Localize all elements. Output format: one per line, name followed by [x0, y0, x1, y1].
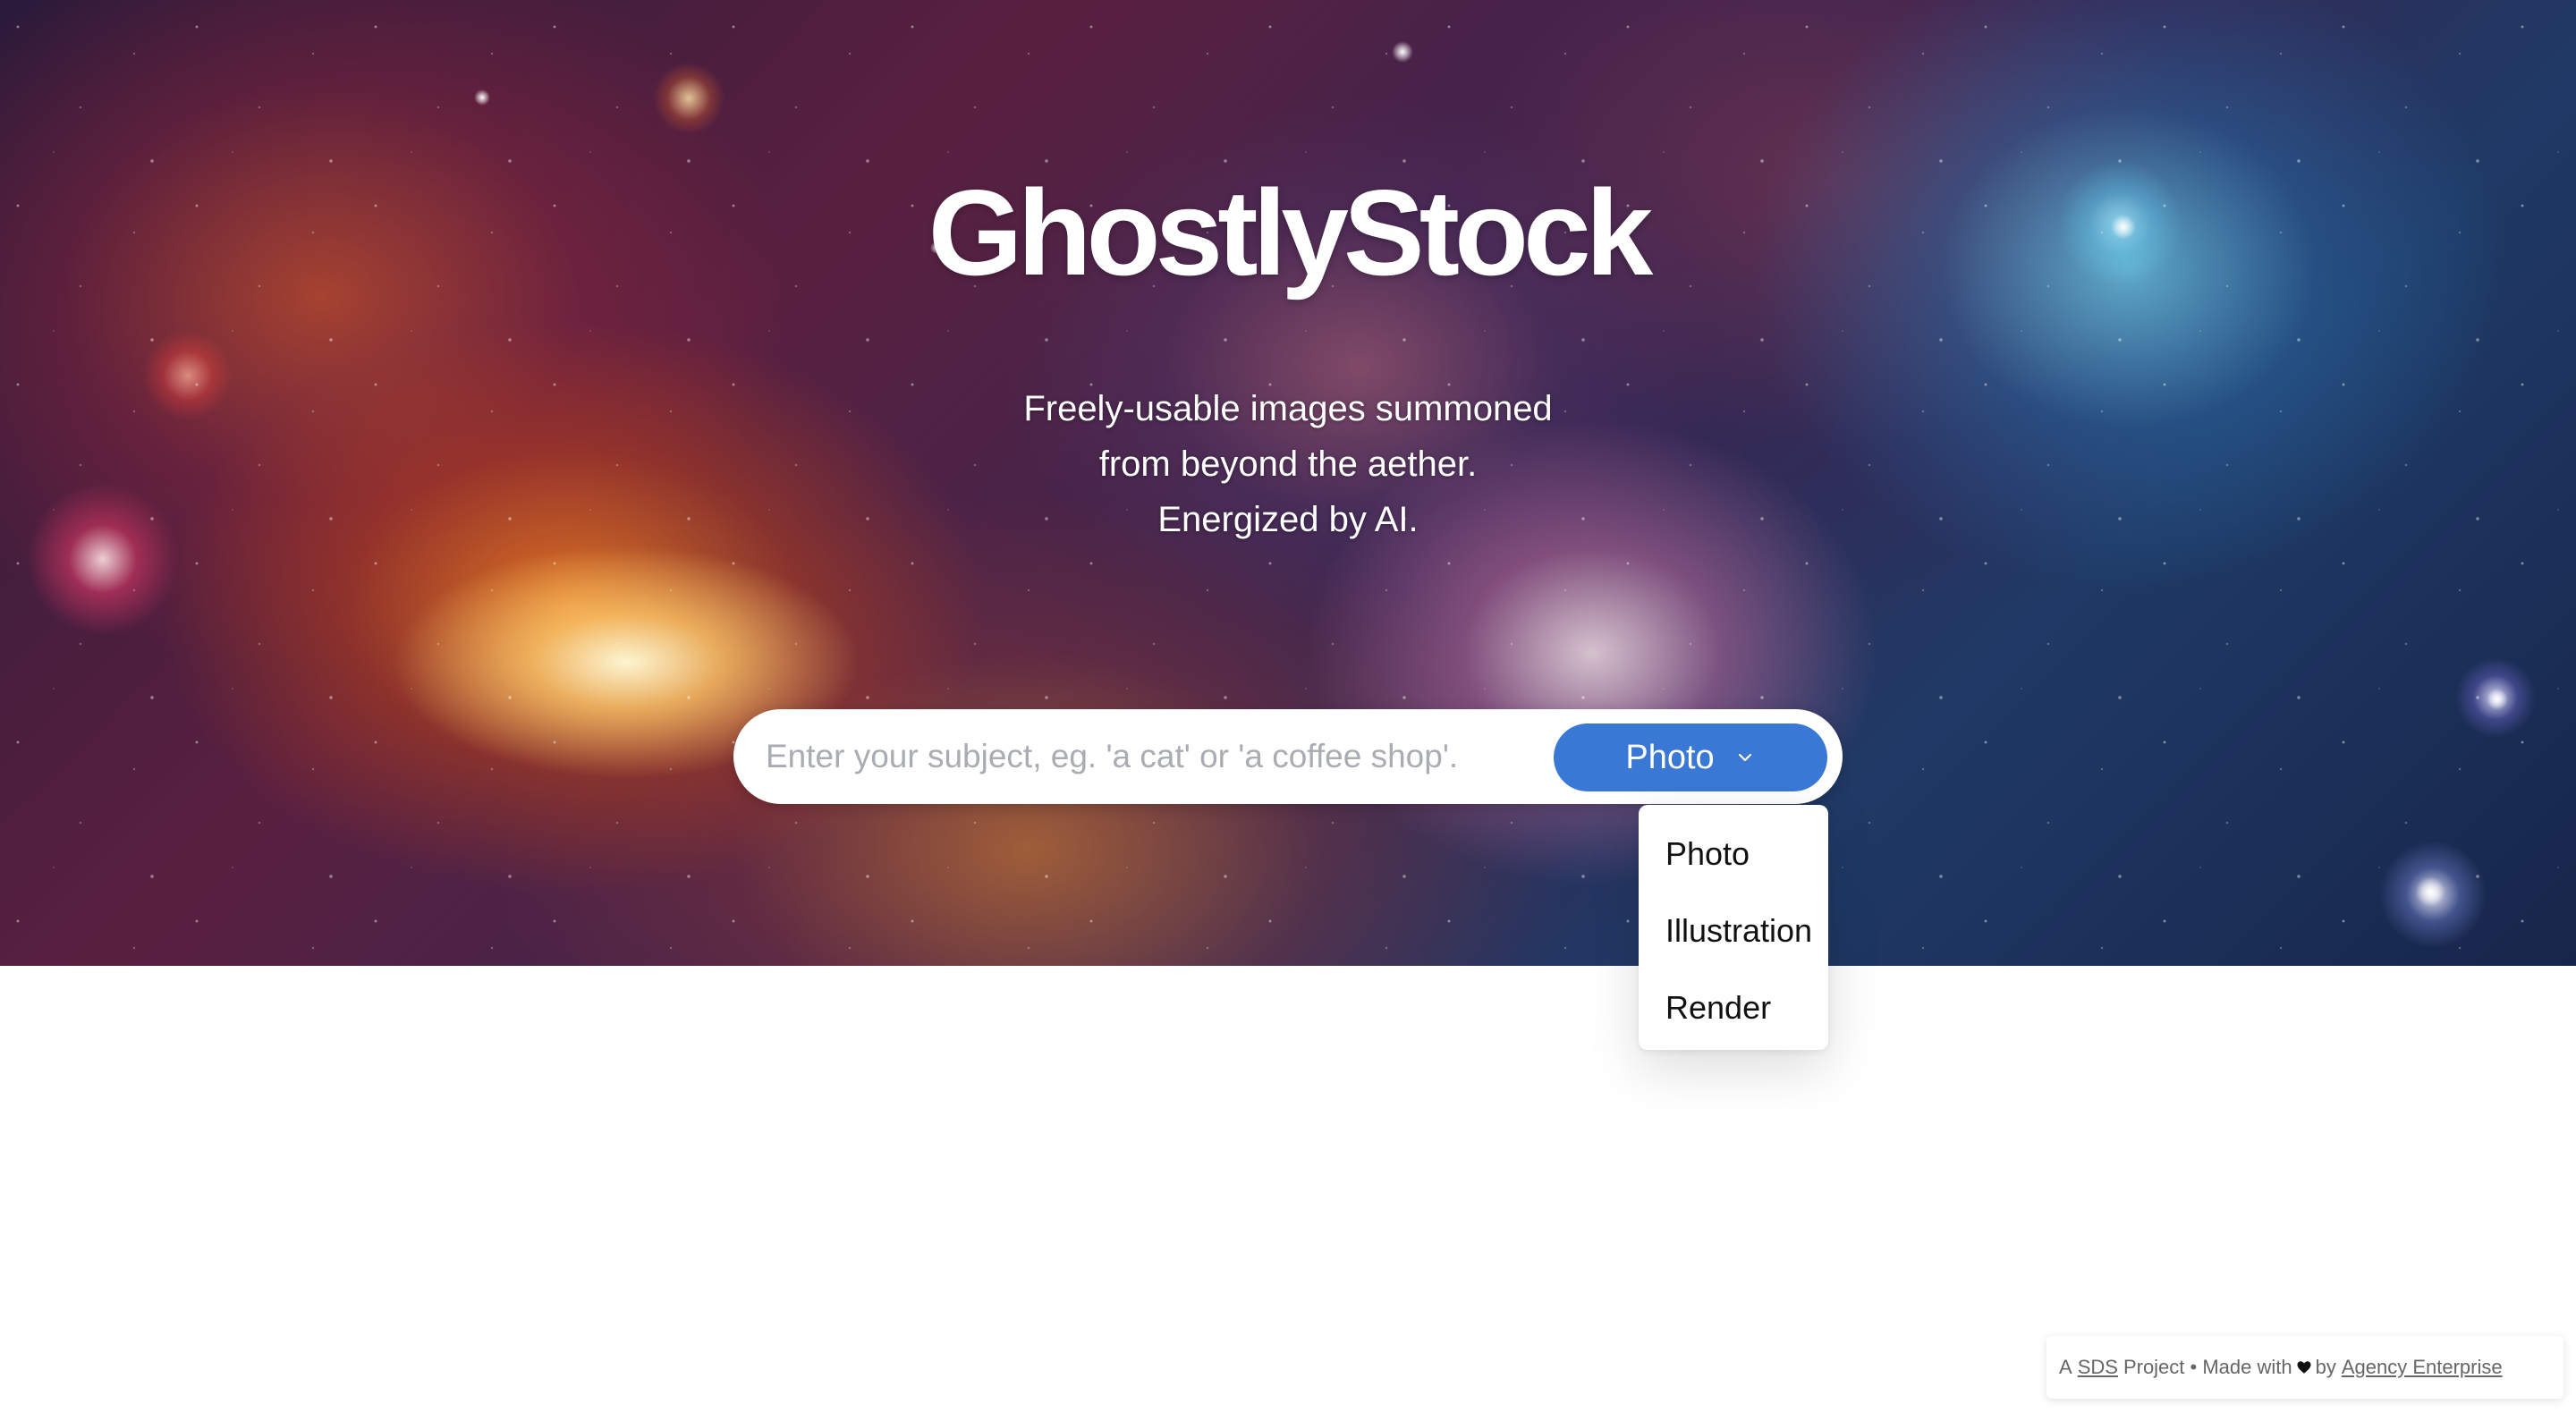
agency-enterprise-link[interactable]: Agency Enterprise: [2342, 1356, 2503, 1379]
heart-icon: [2297, 1361, 2311, 1374]
image-type-dropdown-menu: Photo Illustration Render: [1639, 805, 1828, 1050]
search-input[interactable]: [766, 725, 1553, 788]
footer-by-text: by: [2315, 1356, 2336, 1378]
star: [474, 89, 490, 106]
hero-banner: GhostlyStock Freely-usable images summon…: [0, 0, 2576, 966]
chevron-down-icon: [1738, 753, 1751, 762]
tagline-line: Energized by AI.: [1157, 500, 1419, 539]
star: [2415, 876, 2445, 907]
site-logo: GhostlyStock: [928, 165, 1654, 300]
tagline: Freely-usable images summoned from beyon…: [0, 381, 2576, 547]
sds-link[interactable]: SDS: [2078, 1356, 2118, 1379]
dropdown-option-render[interactable]: Render: [1639, 969, 1828, 1046]
image-type-selected-label: Photo: [1625, 738, 1715, 776]
tagline-line: from beyond the aether.: [1098, 444, 1478, 484]
dropdown-option-illustration[interactable]: Illustration: [1639, 893, 1828, 969]
footer-credit-badge: A SDS Project • Made with by Agency Ente…: [2046, 1336, 2563, 1399]
footer-project-text: Project • Made with: [2123, 1356, 2292, 1378]
dropdown-option-photo[interactable]: Photo: [1639, 816, 1828, 893]
search-bar: Photo: [733, 709, 1843, 804]
footer-prefix: A: [2059, 1356, 2072, 1378]
tagline-line: Freely-usable images summoned: [1023, 389, 1553, 428]
star: [1392, 41, 1413, 63]
star: [2487, 689, 2508, 710]
image-type-select-button[interactable]: Photo: [1554, 723, 1827, 791]
